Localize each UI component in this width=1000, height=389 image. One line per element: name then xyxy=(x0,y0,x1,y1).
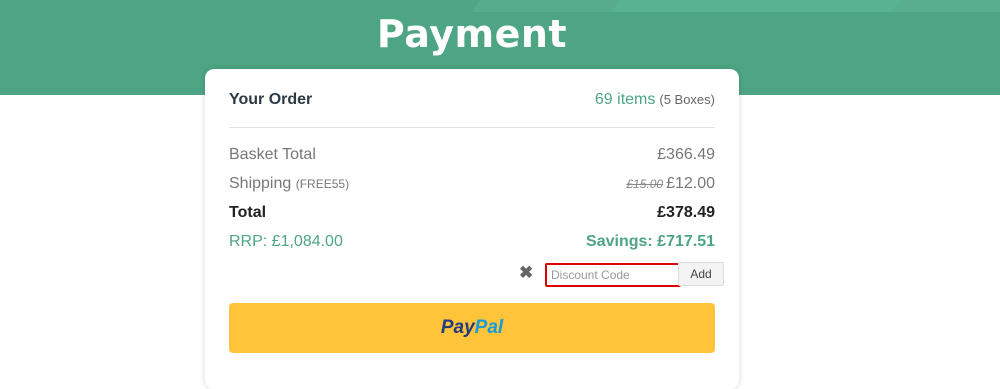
page-title: Payment xyxy=(376,12,568,56)
savings-row: RRP: £1,084.00 Savings: £717.51 xyxy=(229,233,715,257)
discount-code-form: ✖ Add xyxy=(515,262,724,287)
banner-stripe xyxy=(610,0,1000,12)
shipping-label: Shipping xyxy=(229,175,292,192)
order-header: Your Order 69 items (5 Boxes) xyxy=(229,87,715,128)
basket-total-value: £366.49 xyxy=(657,146,715,163)
order-count: 69 items (5 Boxes) xyxy=(595,91,715,109)
shipping-code: (FREE55) xyxy=(295,177,350,191)
paypal-logo-part1: Pay xyxy=(440,317,475,338)
rrp-value: RRP: £1,084.00 xyxy=(229,233,343,250)
order-card: Your Order 69 items (5 Boxes) Basket Tota… xyxy=(205,69,739,389)
total-label: Total xyxy=(229,204,267,221)
shipping-row: Shipping (FREE55) £15.00 £12.00 xyxy=(229,175,715,199)
boxes-count: (5 Boxes) xyxy=(659,92,715,107)
savings-value: Savings: £717.51 xyxy=(586,233,715,250)
paypal-button[interactable]: PayPal xyxy=(229,303,715,353)
discount-code-input[interactable] xyxy=(545,263,681,287)
basket-total-label: Basket Total xyxy=(229,146,316,163)
paypal-logo-part2: Pal xyxy=(474,317,504,338)
items-count: 69 items xyxy=(594,91,656,108)
total-row: Total £378.49 xyxy=(229,204,715,228)
basket-total-row: Basket Total £366.49 xyxy=(229,146,715,170)
order-title: Your Order xyxy=(229,91,313,108)
shipping-label-group: Shipping (FREE55) xyxy=(229,175,349,193)
shipping-original-price: £15.00 xyxy=(626,177,664,191)
add-discount-button[interactable]: Add xyxy=(678,262,724,286)
shipping-value: £12.00 xyxy=(666,175,715,192)
total-value: £378.49 xyxy=(657,204,715,221)
shipping-value-group: £15.00 £12.00 xyxy=(626,175,715,193)
close-x-icon[interactable]: ✖ xyxy=(519,263,533,283)
